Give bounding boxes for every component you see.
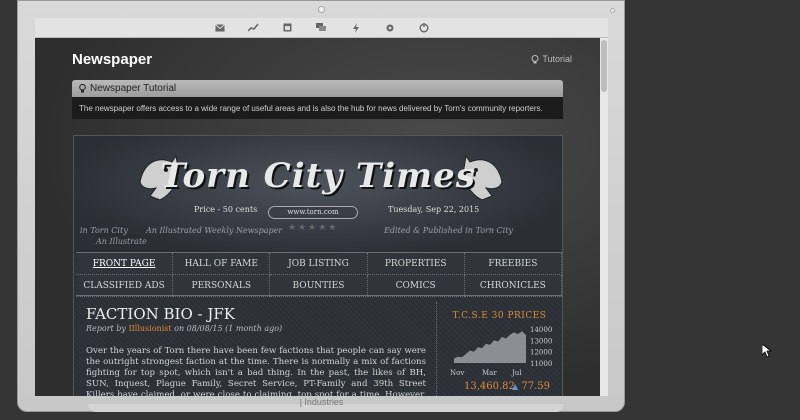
- tutorial-heading: Newspaper Tutorial: [90, 83, 177, 94]
- bolt-icon[interactable]: [348, 21, 364, 35]
- masthead-sub-weekly: An Illustrated Weekly Newspaper: [146, 226, 283, 235]
- masthead-url[interactable]: www.torn.com: [268, 206, 358, 219]
- article-meta-suffix: on 08/08/15 (1 month ago): [174, 324, 283, 333]
- tcse-y-tick: 12000: [530, 349, 552, 357]
- tcse-x-tick: Jul: [511, 369, 522, 377]
- scrollbar[interactable]: [600, 38, 608, 396]
- tcse-widget[interactable]: T.C.S.E 30 PRICES 14000 13000 12000 11000 No…: [442, 311, 557, 392]
- article-title[interactable]: FACTION BIO - JFK: [86, 305, 426, 323]
- tcse-title: T.C.S.E 30 PRICES: [452, 311, 547, 321]
- gear-icon[interactable]: [382, 21, 398, 35]
- menu-properties[interactable]: PROPERTIES: [367, 253, 465, 275]
- masthead-sub-published: Edited & Published in Torn City: [384, 226, 513, 235]
- camera-icon: [318, 6, 325, 13]
- tutorial-body: The newspaper offers access to a wide ra…: [72, 97, 563, 119]
- article: FACTION BIO - JFK Report by IIllusionist…: [86, 305, 426, 396]
- tcse-change-value: 77.59: [521, 381, 550, 392]
- menu-personals[interactable]: PERSONALS: [173, 275, 271, 297]
- chart-icon[interactable]: [246, 21, 262, 35]
- article-meta: Report by IIllusionist on 08/08/15 (1 mo…: [86, 324, 426, 333]
- tcse-x-tick: Mar: [482, 369, 497, 377]
- menu-comics[interactable]: COMICS: [367, 275, 465, 297]
- menu-freebies[interactable]: FREEBIES: [464, 253, 562, 275]
- article-meta-prefix: Report by: [86, 324, 126, 333]
- masthead-sub-illustrate: An Illustrate: [96, 237, 147, 246]
- tcse-area: [454, 331, 526, 363]
- up-arrow-icon: ▲: [512, 382, 519, 391]
- newspaper: Torn City Times Price - 50 cents www.tor…: [73, 135, 563, 396]
- column-divider: [436, 302, 437, 396]
- tutorial-header[interactable]: Newspaper Tutorial: [72, 80, 563, 97]
- article-author-link[interactable]: IIllusionist: [128, 324, 171, 333]
- tutorial-label: Tutorial: [542, 54, 572, 64]
- menu-chronicles[interactable]: CHRONICLES: [464, 275, 562, 297]
- article-body: Over the years of Torn there have been f…: [86, 346, 426, 396]
- mouse-cursor-icon: [762, 344, 772, 358]
- indicator-light: [610, 8, 615, 13]
- masthead-date: Tuesday, Sep 22, 2015: [388, 205, 480, 214]
- menu-bounties[interactable]: BOUNTIES: [270, 275, 368, 297]
- tcse-chart: 14000 13000 12000 11000 Nov Mar Jul: [450, 326, 552, 377]
- browser-viewport: Newspaper Tutorial Newspaper Tutorial Th…: [35, 38, 608, 396]
- tcse-change: ▲ 77.59: [512, 381, 550, 392]
- menu-hall-of-fame[interactable]: HALL OF FAME: [173, 253, 271, 275]
- tcse-y-tick: 14000: [530, 326, 552, 334]
- scrollbar-thumb[interactable]: [601, 40, 607, 92]
- menu-classified-ads[interactable]: CLASSIFIED ADS: [76, 275, 174, 297]
- tutorial-box: Newspaper Tutorial The newspaper offers …: [72, 80, 563, 119]
- menu-front-page[interactable]: FRONT PAGE: [76, 253, 174, 275]
- lightbulb-icon: [79, 84, 86, 93]
- chat-icon[interactable]: [314, 21, 330, 35]
- newspaper-menu: FRONT PAGE HALL OF FAME JOB LISTING PROP…: [76, 252, 562, 297]
- masthead-price: Price - 50 cents: [194, 205, 258, 214]
- tutorial-link[interactable]: Tutorial: [531, 54, 572, 64]
- power-icon[interactable]: [416, 21, 432, 35]
- tcse-y-tick: 11000: [530, 360, 552, 368]
- menu-job-listing[interactable]: JOB LISTING: [270, 253, 368, 275]
- masthead: Torn City Times Price - 50 cents www.tor…: [74, 136, 562, 254]
- tcse-x-tick: Nov: [450, 369, 464, 377]
- calendar-icon[interactable]: [280, 21, 296, 35]
- lightbulb-icon: [531, 54, 539, 63]
- masthead-title: Torn City Times: [160, 156, 476, 196]
- masthead-sub-city: in Torn City: [80, 226, 128, 235]
- top-toolbar: [35, 18, 608, 38]
- tcse-y-tick: 13000: [530, 337, 552, 345]
- mail-icon[interactable]: [212, 21, 228, 35]
- status-bar: | Industries: [299, 397, 344, 407]
- tcse-price: 13,460.82: [464, 381, 515, 392]
- page-title: Newspaper: [72, 51, 153, 68]
- masthead-stars: ★★★★★: [288, 222, 339, 232]
